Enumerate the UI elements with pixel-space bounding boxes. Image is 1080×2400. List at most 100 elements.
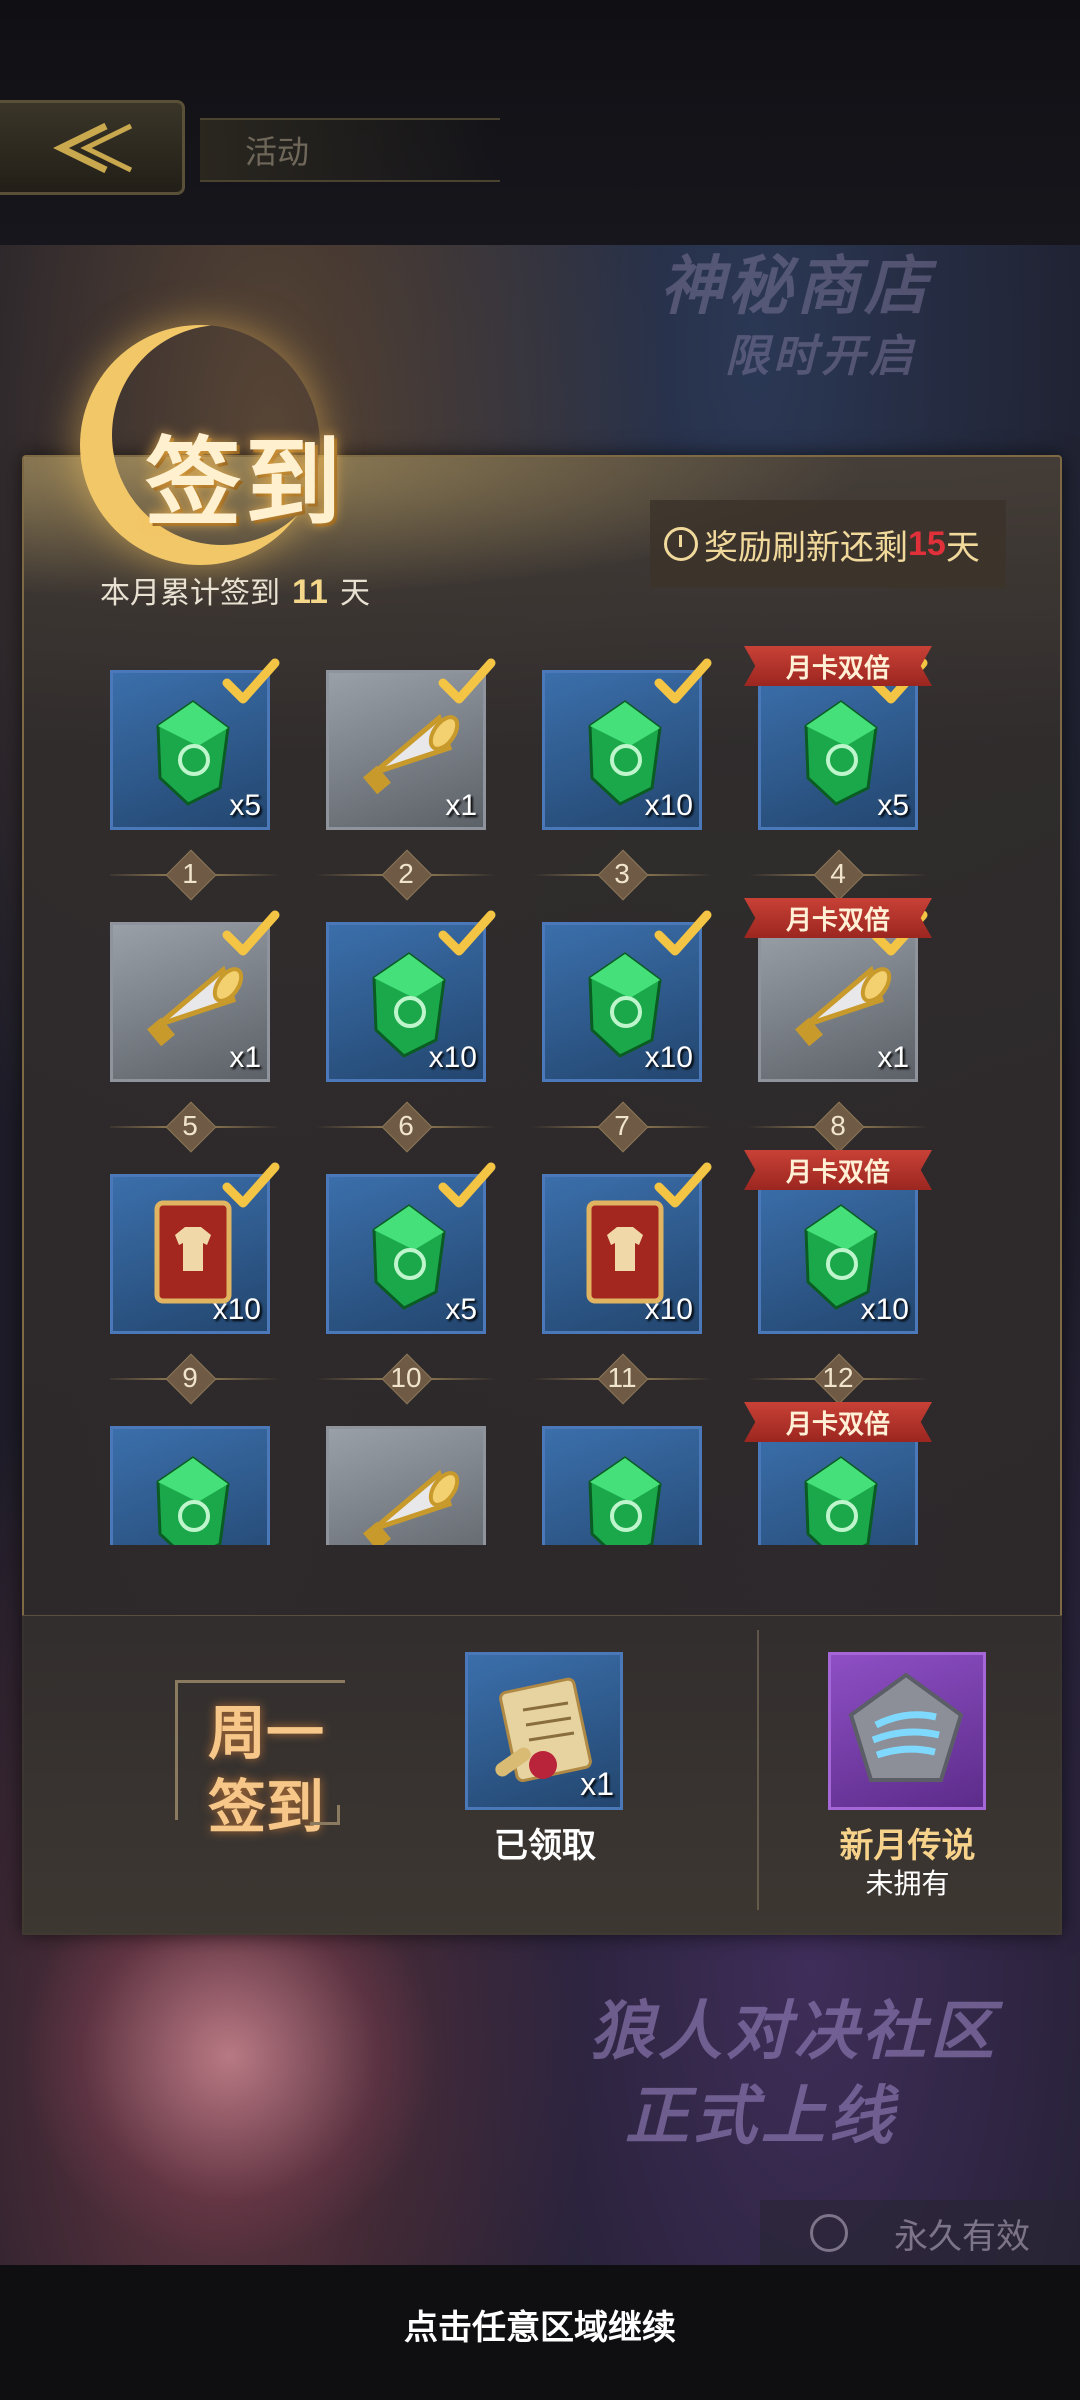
refresh-suffix: 天 (945, 528, 980, 567)
green-gem-icon (156, 1456, 230, 1545)
horn-icon (147, 965, 244, 1047)
day-number: 3 (614, 858, 630, 889)
divider (757, 1630, 759, 1910)
reward-day-8[interactable]: x1 月卡双倍 8 (744, 892, 932, 1152)
monthly-number: 11 (292, 573, 328, 611)
reward-qty: x1 (445, 789, 477, 822)
clock-icon (810, 2214, 848, 2252)
checkmark-icon (654, 910, 712, 956)
legend-reward-tile[interactable] (828, 1652, 986, 1810)
reward-tile[interactable]: x5 (110, 658, 280, 830)
reward-day-13[interactable]: 13 (110, 1396, 270, 1545)
checkmark-icon (438, 910, 496, 956)
day-number: 5 (182, 1110, 198, 1141)
day-number: 12 (822, 1362, 854, 1393)
reward-tile[interactable]: x10 (542, 658, 712, 830)
promo-bottom-line2: 正式上线 (625, 2080, 897, 2152)
reward-tile[interactable]: x10 (326, 910, 496, 1082)
reward-day-7[interactable]: x10 7 (532, 892, 712, 1152)
reward-tile[interactable] (758, 1426, 918, 1545)
reward-day-14[interactable]: 14 (326, 1396, 486, 1545)
reward-qty: x10 (212, 1293, 261, 1326)
reward-tile[interactable] (326, 1426, 486, 1545)
reward-tile[interactable]: x1 (758, 910, 928, 1082)
promo-top-title: 神秘商店 (660, 250, 932, 322)
checkmark-icon (654, 658, 712, 704)
refresh-timer: 奖励刷新还剩 15 天 (650, 500, 1006, 588)
back-button[interactable] (0, 100, 185, 195)
reward-tile[interactable]: x1 (110, 910, 280, 1082)
costume-card-icon (154, 1200, 232, 1304)
reward-qty: x5 (877, 789, 909, 822)
reward-qty: x10 (644, 789, 693, 822)
reward-qty: x5 (445, 1293, 477, 1326)
reward-day-5[interactable]: x1 5 (110, 892, 280, 1152)
weekly-reward-tile[interactable]: x1 (465, 1652, 623, 1810)
day-number: 8 (830, 1110, 846, 1141)
reward-qty: x10 (644, 1293, 693, 1326)
green-gem-icon (588, 1456, 662, 1545)
monthly-card-double-badge: 月卡双倍 (744, 898, 932, 938)
reward-day-10[interactable]: x5 10 (316, 1144, 496, 1404)
day-number: 2 (398, 858, 414, 889)
day-number: 11 (607, 1362, 637, 1393)
reward-qty: x1 (229, 1041, 261, 1074)
weekly-reward-status: 已领取 (494, 1827, 596, 1865)
claw-rune-icon (848, 1672, 964, 1782)
green-gem-icon (804, 1456, 878, 1545)
reward-tile[interactable]: x10 (110, 1162, 280, 1334)
top-bar: 活动 (0, 0, 1080, 245)
horn-icon (363, 713, 460, 795)
continue-hint[interactable]: 点击任意区域继续 (0, 2300, 1080, 2349)
reward-tile[interactable] (110, 1426, 270, 1545)
reward-qty: x5 (229, 789, 261, 822)
monthly-suffix: 天 (339, 577, 370, 610)
day-number: 10 (390, 1362, 422, 1393)
checkmark-icon (222, 910, 280, 956)
promo-bottom-line1: 狼人对决社区 (590, 1995, 998, 2067)
costume-card-icon (586, 1200, 664, 1304)
weekly-checkin-box: 周一签到 (175, 1680, 345, 1840)
reward-day-1[interactable]: x5 1 (110, 640, 280, 900)
reward-tile[interactable]: x5 (326, 1162, 496, 1334)
reward-tile[interactable]: x10 (542, 1162, 712, 1334)
monthly-card-double-badge: 月卡双倍 (744, 1402, 932, 1442)
page-title: 活动 (200, 118, 500, 182)
monthly-card-double-badge: 月卡双倍 (744, 646, 932, 686)
reward-day-12[interactable]: x10 月卡双倍 12 (744, 1144, 932, 1404)
reward-qty: x10 (428, 1041, 477, 1074)
day-number: 7 (614, 1110, 630, 1141)
day-number: 6 (398, 1110, 414, 1141)
legend-name: 新月传说 (839, 1827, 976, 1865)
checkin-title: 签到 (145, 430, 345, 537)
checkmark-icon (654, 1162, 712, 1208)
hero-character-art (20, 1920, 440, 2260)
checkmark-icon (438, 1162, 496, 1208)
reward-day-3[interactable]: x10 3 (532, 640, 712, 900)
reward-day-15[interactable]: 15 (542, 1396, 702, 1545)
monthly-count: 本月累计签到 11 天 (100, 568, 370, 612)
monthly-prefix: 本月累计签到 (100, 577, 280, 610)
reward-tile[interactable]: x10 (758, 1174, 918, 1334)
reward-day-9[interactable]: x10 9 (110, 1144, 280, 1404)
reward-qty: x10 (644, 1041, 693, 1074)
reward-day-2[interactable]: x1 2 (316, 640, 496, 900)
green-gem-icon (156, 700, 230, 806)
back-arrow-icon (53, 122, 133, 173)
checkmark-icon (222, 658, 280, 704)
reward-tile[interactable] (542, 1426, 702, 1545)
day-number: 4 (830, 858, 846, 889)
permanent-badge: 永久有效 (760, 2200, 1080, 2266)
day-number: 9 (182, 1362, 198, 1393)
reward-tile[interactable]: x5 (758, 658, 928, 830)
permanent-label: 永久有效 (894, 2217, 1030, 2256)
reward-day-4[interactable]: x5 月卡双倍 4 (744, 640, 932, 900)
green-gem-icon (804, 700, 878, 806)
reward-day-6[interactable]: x10 6 (316, 892, 496, 1152)
reward-tile[interactable]: x1 (326, 658, 496, 830)
reward-qty: x1 (877, 1041, 909, 1074)
reward-qty: x10 (860, 1293, 909, 1326)
reward-day-11[interactable]: x10 11 (532, 1144, 712, 1404)
reward-day-16[interactable]: 月卡双倍16 (744, 1396, 932, 1545)
reward-tile[interactable]: x10 (542, 910, 712, 1082)
